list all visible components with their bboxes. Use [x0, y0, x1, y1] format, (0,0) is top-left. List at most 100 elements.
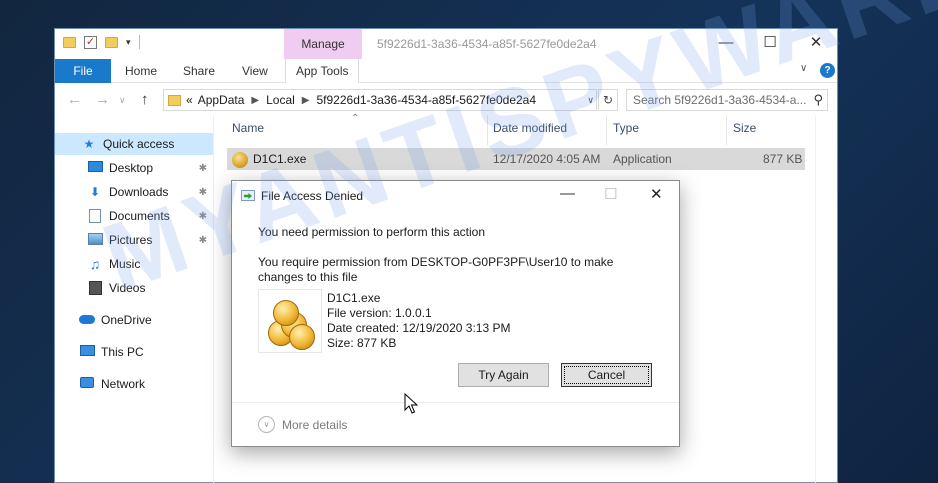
- address-bar[interactable]: « AppData ▶ Local ▶ 5f9226d1-3a36-4534-a…: [163, 89, 597, 111]
- file-info-date-created: Date created: 12/19/2020 3:13 PM: [327, 321, 511, 335]
- column-divider[interactable]: [726, 115, 727, 145]
- breadcrumb-overflow[interactable]: «: [186, 93, 193, 107]
- sidebar-item-label: Quick access: [103, 137, 175, 151]
- file-name: D1C1.exe: [253, 152, 307, 166]
- mouse-cursor-icon: [404, 393, 418, 414]
- chevron-right-icon[interactable]: ▶: [300, 95, 312, 106]
- sidebar-item-music[interactable]: ♫ Music: [55, 253, 213, 275]
- ribbon-tabs: File Home Share View App Tools ∨ ?: [55, 59, 837, 83]
- dialog-title: File Access Denied: [261, 189, 364, 203]
- file-size: 877 KB: [763, 152, 803, 166]
- forward-arrow-icon[interactable]: →: [95, 91, 110, 108]
- customize-toolbar-icon[interactable]: ▾: [126, 37, 131, 48]
- close-button[interactable]: ✕: [793, 29, 839, 59]
- chevron-down-icon[interactable]: ∨: [587, 95, 596, 106]
- dialog-close-button[interactable]: ✕: [650, 185, 663, 203]
- sidebar-item-label: Downloads: [109, 185, 169, 199]
- file-thumbnail: [258, 289, 322, 353]
- properties-icon[interactable]: ✓: [84, 35, 97, 49]
- column-header-name[interactable]: Name: [232, 121, 264, 137]
- sidebar-item-this-pc[interactable]: This PC: [55, 341, 213, 363]
- dialog-minimize-button[interactable]: —: [560, 185, 575, 202]
- tab-app-tools[interactable]: App Tools: [285, 59, 360, 83]
- dialog-heading: You need permission to perform this acti…: [258, 225, 486, 239]
- search-placeholder: Search 5f9226d1-3a36-4534-a...: [633, 93, 807, 107]
- sidebar-item-label: Music: [109, 257, 141, 271]
- sidebar-item-quick-access[interactable]: ★ Quick access: [55, 133, 213, 155]
- sidebar-item-label: OneDrive: [101, 313, 152, 327]
- tab-file[interactable]: File: [55, 59, 111, 83]
- dialog-message: You require permission from DESKTOP-G0PF…: [258, 255, 614, 284]
- coins-icon: [232, 152, 248, 168]
- sidebar-item-onedrive[interactable]: OneDrive: [55, 309, 213, 331]
- navigation-pane: ★ Quick access Desktop ✱ ⬇ Downloads ✱ D…: [55, 129, 213, 483]
- pin-icon[interactable]: ✱: [199, 235, 207, 246]
- file-access-denied-dialog: File Access Denied — ☐ ✕ You need permis…: [231, 180, 680, 447]
- videos-icon: [87, 281, 103, 295]
- sidebar-item-label: Videos: [109, 281, 146, 295]
- sidebar-item-label: This PC: [101, 345, 144, 359]
- download-icon: ⬇: [89, 185, 101, 199]
- file-date: 12/17/2020 4:05 AM: [493, 152, 601, 166]
- maximize-button[interactable]: ☐: [747, 29, 793, 59]
- sidebar-item-pictures[interactable]: Pictures ✱: [55, 229, 213, 251]
- sidebar-item-label: Pictures: [109, 233, 153, 247]
- sidebar-item-label: Documents: [109, 209, 170, 223]
- network-icon: [79, 377, 95, 391]
- sidebar-item-label: Desktop: [109, 161, 154, 175]
- new-folder-icon[interactable]: [105, 36, 118, 48]
- chevron-down-icon[interactable]: ∨: [258, 416, 275, 433]
- help-icon[interactable]: ?: [820, 63, 835, 78]
- file-info-version: File version: 1.0.0.1: [327, 306, 432, 320]
- minimize-button[interactable]: —: [703, 29, 749, 59]
- column-divider[interactable]: [487, 115, 488, 145]
- search-input[interactable]: Search 5f9226d1-3a36-4534-a... ⚲: [626, 89, 828, 111]
- sidebar-item-label: Network: [101, 377, 146, 391]
- column-header-size[interactable]: Size: [733, 121, 756, 137]
- tab-home[interactable]: Home: [125, 59, 157, 83]
- sidebar-item-downloads[interactable]: ⬇ Downloads ✱: [55, 181, 213, 203]
- try-again-button[interactable]: Try Again: [458, 363, 549, 387]
- dialog-maximize-button: ☐: [604, 186, 618, 203]
- cancel-button[interactable]: Cancel: [561, 363, 652, 387]
- file-info-name: D1C1.exe: [327, 291, 381, 305]
- tab-view[interactable]: View: [242, 59, 268, 83]
- computer-icon: [79, 345, 95, 359]
- cloud-icon: [79, 313, 95, 327]
- pin-icon[interactable]: ✱: [199, 211, 207, 222]
- file-info: D1C1.exe File version: 1.0.0.1 Date crea…: [327, 291, 510, 351]
- pane-divider[interactable]: [213, 115, 214, 483]
- folder-icon[interactable]: [63, 36, 76, 48]
- toolbar-divider: [138, 35, 140, 49]
- table-row[interactable]: D1C1.exe 12/17/2020 4:05 AM Application …: [227, 148, 805, 170]
- column-header-type[interactable]: Type: [613, 121, 639, 137]
- chevron-right-icon[interactable]: ▶: [249, 95, 261, 106]
- up-arrow-icon[interactable]: ↑: [141, 91, 149, 108]
- recent-locations-icon[interactable]: ∨: [119, 95, 126, 106]
- sidebar-item-desktop[interactable]: Desktop ✱: [55, 157, 213, 179]
- pictures-icon: [87, 233, 103, 247]
- back-arrow-icon[interactable]: ←: [67, 91, 82, 108]
- tab-share[interactable]: Share: [183, 59, 215, 83]
- sidebar-item-network[interactable]: Network: [55, 373, 213, 395]
- more-details-link[interactable]: More details: [282, 418, 347, 432]
- column-header-date-modified[interactable]: Date modified: [493, 121, 567, 137]
- sidebar-item-videos[interactable]: Videos: [55, 277, 213, 299]
- column-divider[interactable]: [606, 115, 607, 145]
- file-move-icon: [241, 190, 255, 202]
- file-type: Application: [613, 152, 672, 166]
- vertical-scrollbar[interactable]: [815, 115, 816, 483]
- pin-icon[interactable]: ✱: [199, 163, 207, 174]
- pin-icon[interactable]: ✱: [199, 187, 207, 198]
- search-icon[interactable]: ⚲: [813, 92, 823, 108]
- breadcrumb-local[interactable]: Local: [266, 93, 295, 107]
- refresh-icon[interactable]: ↻: [598, 89, 618, 111]
- dialog-footer: ∨ More details: [232, 402, 679, 447]
- breadcrumb-current-folder[interactable]: 5f9226d1-3a36-4534-a85f-5627fe0de2a4: [316, 93, 536, 107]
- breadcrumb-appdata[interactable]: AppData: [198, 93, 245, 107]
- desktop-icon: [87, 161, 103, 175]
- sidebar-item-documents[interactable]: Documents ✱: [55, 205, 213, 227]
- expand-ribbon-icon[interactable]: ∨: [800, 63, 807, 74]
- manage-tab[interactable]: Manage: [284, 29, 362, 59]
- file-info-size: Size: 877 KB: [327, 336, 397, 350]
